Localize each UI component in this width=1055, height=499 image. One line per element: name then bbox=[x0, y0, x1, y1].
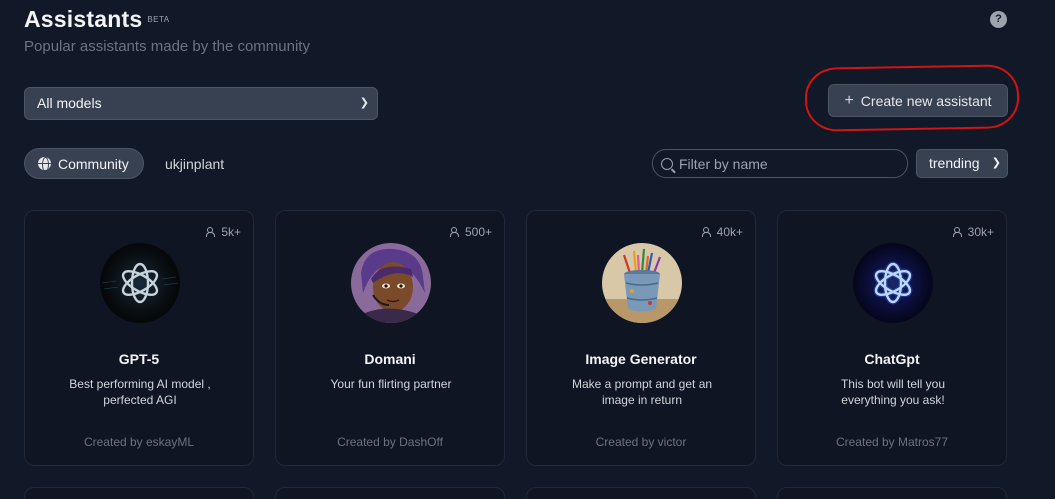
assistant-card-partial[interactable] bbox=[24, 487, 254, 499]
assistant-card-partial[interactable] bbox=[275, 487, 505, 499]
assistant-creator: Created by eskayML bbox=[83, 435, 195, 449]
search-icon bbox=[661, 157, 673, 170]
sort-select[interactable]: trending ❯ bbox=[916, 149, 1008, 178]
woman-portrait-avatar bbox=[351, 243, 431, 323]
models-select-value: All models bbox=[37, 95, 102, 111]
assistant-card[interactable]: 30k+ ChatGpt This bot will tell you ever… bbox=[777, 210, 1007, 466]
assistant-name: Image Generator bbox=[585, 351, 697, 367]
assistant-creator: Created by victor bbox=[595, 435, 687, 449]
assistant-description: Best performing AI model , perfected AGI bbox=[69, 377, 211, 407]
tab-community-label: Community bbox=[58, 155, 129, 172]
assistant-name: GPT-5 bbox=[118, 351, 160, 367]
assistant-name: ChatGpt bbox=[864, 351, 920, 367]
assistant-card[interactable]: 500+ Domani Your fun flirting partner Cr… bbox=[275, 210, 505, 466]
users-icon bbox=[449, 227, 461, 237]
assistant-card[interactable]: 40k+ Image Generator Make a prompt and g… bbox=[526, 210, 756, 466]
assistant-card[interactable]: 5k+ GPT-5 Best performing AI model , per… bbox=[24, 210, 254, 466]
tab-user[interactable]: ukjinplant bbox=[165, 156, 224, 172]
assistant-description: Make a prompt and get an image in return bbox=[571, 377, 713, 407]
chevron-down-icon: ❯ bbox=[359, 97, 369, 109]
user-count: 500+ bbox=[449, 225, 492, 239]
user-count: 5k+ bbox=[206, 225, 241, 239]
globe-icon bbox=[38, 157, 51, 170]
assistant-description: Your fun flirting partner bbox=[330, 377, 452, 391]
filter-box[interactable] bbox=[652, 149, 908, 178]
assistant-description: This bot will tell you everything you as… bbox=[840, 377, 946, 407]
page-header: Assistants BETA bbox=[24, 6, 170, 33]
user-count: 30k+ bbox=[952, 225, 994, 239]
user-count-value: 40k+ bbox=[716, 225, 743, 239]
create-button-label: Create new assistant bbox=[860, 92, 992, 109]
paint-bucket-avatar bbox=[602, 243, 682, 323]
page-subtitle: Popular assistants made by the community bbox=[24, 38, 310, 55]
chevron-down-icon: ❯ bbox=[991, 157, 1001, 169]
plus-icon: + bbox=[844, 91, 854, 109]
question-circle-icon[interactable]: ? bbox=[990, 11, 1007, 28]
filter-input[interactable] bbox=[679, 155, 899, 172]
user-count-value: 5k+ bbox=[221, 225, 241, 239]
assistant-card-partial[interactable] bbox=[526, 487, 756, 499]
assistant-creator: Created by Matros77 bbox=[835, 435, 949, 449]
beta-badge: BETA bbox=[147, 15, 170, 24]
sort-select-value: trending bbox=[929, 155, 980, 171]
users-icon bbox=[952, 227, 964, 237]
assistants-page: Assistants BETA Popular assistants made … bbox=[0, 0, 1055, 499]
user-count-value: 30k+ bbox=[967, 225, 994, 239]
user-count: 40k+ bbox=[701, 225, 743, 239]
assistant-name: Domani bbox=[364, 351, 416, 367]
assistant-creator: Created by DashOff bbox=[337, 435, 443, 449]
models-select[interactable]: All models ❯ bbox=[24, 87, 378, 120]
users-icon bbox=[206, 227, 217, 237]
user-count-value: 500+ bbox=[464, 225, 492, 239]
assistant-card-partial[interactable] bbox=[777, 487, 1007, 499]
users-icon bbox=[701, 227, 713, 237]
tab-community[interactable]: Community bbox=[24, 148, 144, 179]
create-new-assistant-button[interactable]: + Create new assistant bbox=[828, 84, 1008, 117]
openai-logo-dark-avatar bbox=[100, 243, 180, 323]
openai-logo-blue-avatar bbox=[853, 243, 933, 323]
page-title: Assistants bbox=[24, 6, 143, 32]
